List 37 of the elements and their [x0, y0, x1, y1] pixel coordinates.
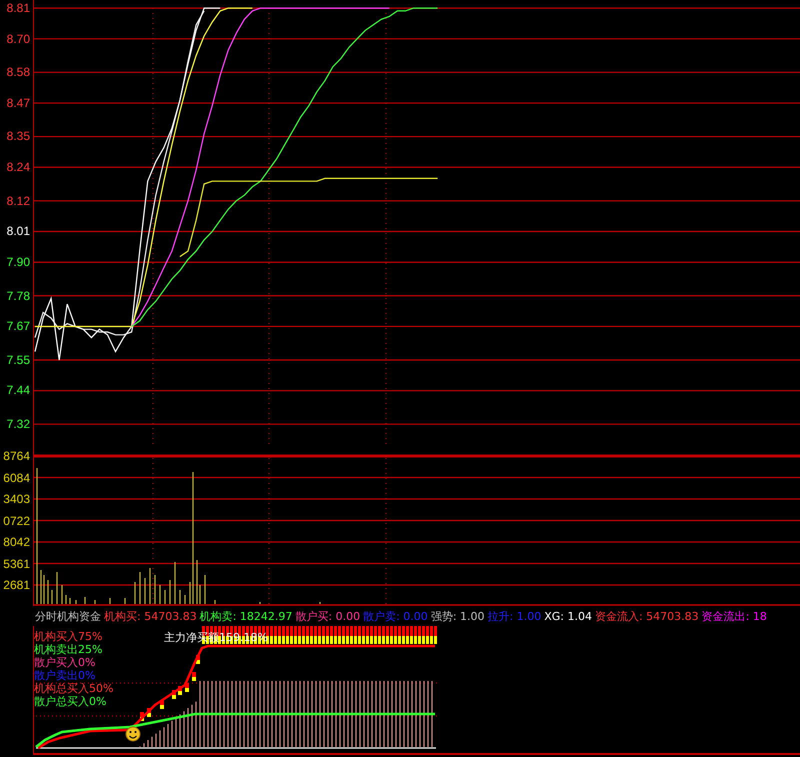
price-axis-label: 8.01	[6, 223, 31, 240]
price-axis-label: 8.81	[6, 0, 31, 16]
indicator-reading: 强势: 1.00	[430, 608, 485, 624]
volume-axis-label: 5361	[3, 556, 31, 572]
indicator-reading: XG: 1.04	[544, 610, 592, 622]
price-axis-label: 8.12	[6, 192, 31, 209]
legend-label: 机构买入75%	[34, 630, 102, 643]
volume-axis-label: 8764	[3, 448, 31, 464]
legend-label: 散户买入0%	[34, 656, 96, 669]
volume-axis-label: 6084	[3, 470, 31, 486]
legend-label: 机构卖出25%	[34, 643, 102, 656]
price-axis-label: 8.35	[6, 128, 31, 144]
indicator-reading: 散户买: 0.00	[295, 608, 360, 624]
price-axis-label: 7.90	[6, 254, 31, 270]
price-axis-label: 7.32	[6, 416, 31, 432]
price-axis-label: 7.78	[6, 288, 31, 304]
volume-axis-label: 2681	[3, 577, 31, 593]
price-axis-label: 7.55	[6, 352, 31, 368]
volume-axis-label: 8042	[3, 534, 31, 550]
price-axis-label: 8.47	[6, 94, 31, 111]
indicator-reading: 机构卖: 18242.97	[200, 608, 292, 624]
indicator-reading: 资金流入: 54703.83	[594, 608, 699, 624]
price-axis-label: 7.44	[6, 382, 31, 398]
price-axis-label: 7.67	[6, 318, 31, 334]
price-axis-label: 8.58	[6, 64, 31, 80]
indicator-reading: 资金流出: 18	[702, 608, 767, 624]
legend-label: 机构总买入50%	[34, 682, 114, 695]
legend-label: 散户总买入0%	[34, 695, 106, 708]
indicator-title: 分时机构资金	[35, 608, 101, 624]
price-axis-label: 8.70	[6, 30, 31, 47]
indicator-reading: 散户卖: 0.00	[363, 608, 428, 624]
volume-axis-label: 0722	[3, 512, 31, 528]
indicator-reading: 机构买: 54703.83	[104, 608, 197, 624]
legend-label: 散户卖出0%	[34, 669, 96, 682]
volume-axis-label: 3403	[3, 491, 31, 507]
price-axis-label: 8.24	[6, 159, 31, 176]
indicator-reading: 拉升: 1.00	[488, 608, 542, 624]
